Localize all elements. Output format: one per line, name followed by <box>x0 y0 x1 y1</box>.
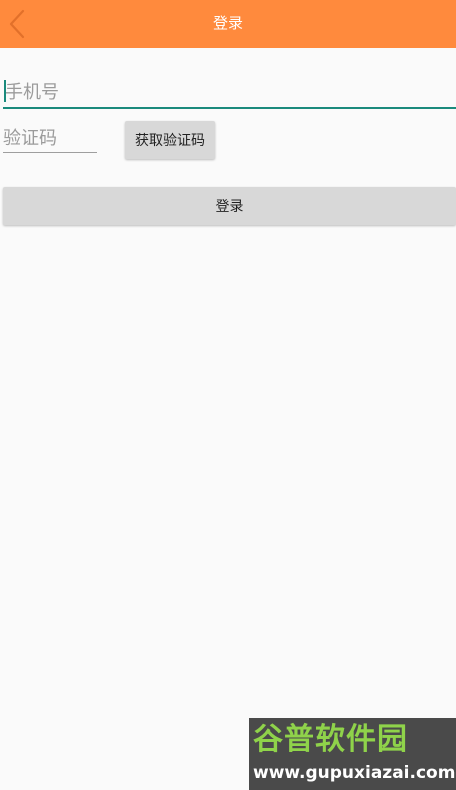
code-field[interactable] <box>3 124 97 153</box>
phone-input[interactable] <box>3 77 456 107</box>
top-bar: 登录 <box>0 0 456 48</box>
phone-field[interactable] <box>3 77 456 109</box>
verification-code-input[interactable] <box>3 124 97 152</box>
login-button[interactable]: 登录 <box>3 187 456 225</box>
watermark-url: www.gupuxiazai.com <box>253 763 456 783</box>
text-cursor <box>4 80 6 102</box>
page-title: 登录 <box>212 14 243 32</box>
watermark-site-name: 谷普软件园 <box>253 722 408 757</box>
watermark-logo: 谷普软件园 www.gupuxiazai.com <box>249 718 456 790</box>
get-code-button[interactable]: 获取验证码 <box>125 121 215 159</box>
